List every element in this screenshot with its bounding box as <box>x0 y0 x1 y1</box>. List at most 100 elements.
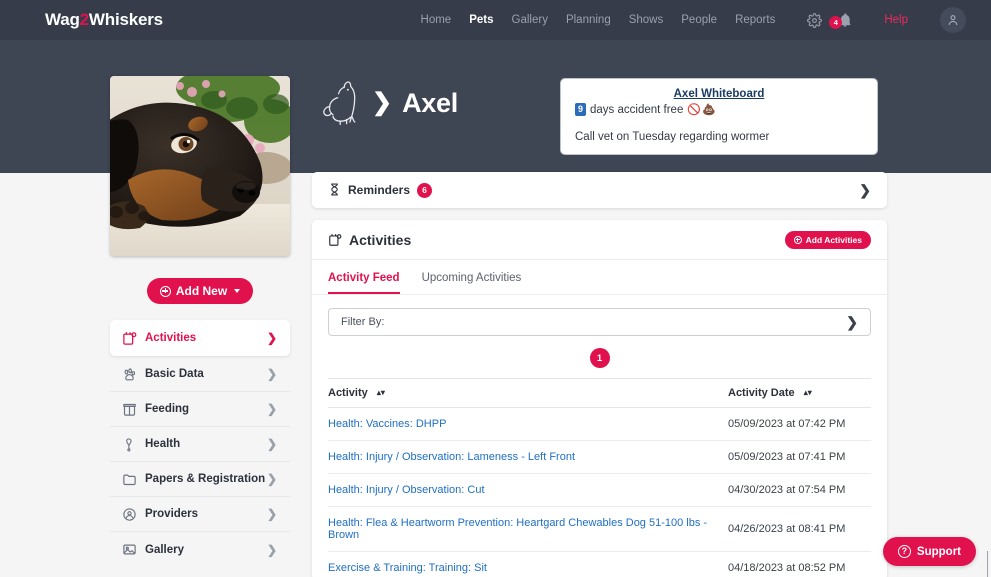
chevron-right-icon: ❯ <box>859 181 871 198</box>
filter-row: Filter By: ❯ <box>312 295 887 336</box>
tab-upcoming-activities[interactable]: Upcoming Activities <box>422 260 522 294</box>
sidebar-menu: Activities ❯ Basic Data ❯ Feeding ❯ Heal… <box>110 320 290 567</box>
chevron-right-icon: ❯ <box>266 367 277 381</box>
nav-item-planning[interactable]: Planning <box>566 14 611 26</box>
question-circle-icon: ? <box>897 545 911 558</box>
table-row[interactable]: Exercise & Training: Training: Sit 04/18… <box>328 551 871 577</box>
main-nav: Home Pets Gallery Planning Shows People … <box>421 7 991 33</box>
support-button[interactable]: ? Support <box>882 537 976 566</box>
nav-item-home[interactable]: Home <box>421 14 452 26</box>
column-label: Activity Date <box>728 387 795 399</box>
whiteboard-note: Call vet on Tuesday regarding wormer <box>575 131 770 144</box>
page-title: Axel <box>402 87 458 118</box>
nav-icon-group: 4 <box>805 11 854 29</box>
nav-item-reports[interactable]: Reports <box>735 14 775 26</box>
dog-cat-icon <box>320 80 362 126</box>
table-header-row: Activity ▴▾ Activity Date ▴▾ <box>328 378 871 408</box>
pet-photo[interactable] <box>110 76 290 256</box>
activities-card: Activities Add Activities Activity Feed … <box>312 220 887 577</box>
sort-icon: ▴▾ <box>803 388 812 398</box>
sidebar-item-providers[interactable]: Providers ❯ <box>110 497 290 532</box>
nav-item-gallery[interactable]: Gallery <box>512 14 548 26</box>
pagination: 1 <box>312 336 887 378</box>
cell-activity-date: 04/30/2023 at 07:54 PM <box>728 473 871 507</box>
activity-link[interactable]: Health: Vaccines: DHPP <box>328 418 446 430</box>
app-logo[interactable]: Wag2Whiskers <box>45 10 163 30</box>
cell-activity: Health: Injury / Observation: Lameness -… <box>328 440 728 474</box>
table-row[interactable]: Health: Injury / Observation: Lameness -… <box>328 440 871 474</box>
cell-activity-date: 05/09/2023 at 07:42 PM <box>728 407 871 441</box>
activities-table: Activity ▴▾ Activity Date ▴▾ Health: Vac… <box>328 378 871 577</box>
sidebar-label: Basic Data <box>145 368 204 380</box>
nav-item-shows[interactable]: Shows <box>629 14 664 26</box>
gear-icon[interactable] <box>805 11 823 29</box>
chevron-down-icon <box>234 289 241 293</box>
column-label: Activity <box>328 387 368 399</box>
reminders-count-badge: 6 <box>417 182 433 198</box>
sidebar-item-gallery[interactable]: Gallery ❯ <box>110 532 290 567</box>
sidebar-label: Activities <box>145 332 197 344</box>
cell-activity: Health: Injury / Observation: Cut <box>328 473 728 507</box>
add-new-button[interactable]: Add New <box>146 278 254 304</box>
activities-tabs: Activity Feed Upcoming Activities <box>312 260 887 295</box>
sidebar-item-papers-registration[interactable]: Papers & Registration ❯ <box>110 462 290 497</box>
sidebar-item-activities[interactable]: Activities ❯ <box>110 320 290 356</box>
add-new-wrapper: Add New <box>110 278 290 304</box>
accident-free-count: 9 <box>575 103 587 117</box>
table-row[interactable]: Health: Vaccines: DHPP 05/09/2023 at 07:… <box>328 407 871 441</box>
page-button-1[interactable]: 1 <box>589 348 610 368</box>
chevron-right-icon: ❯ <box>846 313 858 330</box>
logo-accent: 2 <box>79 10 89 29</box>
sidebar-item-feeding[interactable]: Feeding ❯ <box>110 392 290 427</box>
breadcrumb: ❯ Axel <box>320 80 458 126</box>
logo-suffix: Whiskers <box>88 10 163 29</box>
table-row[interactable]: Health: Flea & Heartworm Prevention: Hea… <box>328 506 871 552</box>
add-activities-button[interactable]: Add Activities <box>784 230 871 249</box>
no-poop-emoji: 🚫💩 <box>687 104 717 117</box>
top-navigation-bar: Wag2Whiskers Home Pets Gallery Planning … <box>0 0 991 40</box>
activity-link[interactable]: Health: Injury / Observation: Cut <box>328 484 485 496</box>
whiteboard-card: Axel Whiteboard 9 days accident free 🚫💩 … <box>560 78 878 155</box>
tab-activity-feed[interactable]: Activity Feed <box>328 260 400 294</box>
sidebar-item-health[interactable]: Health ❯ <box>110 427 290 462</box>
health-icon <box>122 437 137 452</box>
sidebar-label: Providers <box>145 508 199 520</box>
filter-by-control[interactable]: Filter By: ❯ <box>328 308 871 336</box>
activity-link[interactable]: Health: Flea & Heartworm Prevention: Hea… <box>328 517 707 541</box>
scrollbar-indicator[interactable] <box>987 551 988 577</box>
sort-icon: ▴▾ <box>376 388 385 398</box>
whiteboard-title-link[interactable]: Axel Whiteboard <box>575 88 863 100</box>
hourglass-icon <box>328 183 341 197</box>
cell-activity-date: 05/09/2023 at 07:41 PM <box>728 440 871 474</box>
activity-link[interactable]: Health: Injury / Observation: Lameness -… <box>328 451 575 463</box>
breadcrumb-separator: ❯ <box>372 89 393 116</box>
activities-title: Activities <box>349 231 412 248</box>
plus-circle-icon <box>159 285 171 297</box>
column-header-activity-date[interactable]: Activity Date ▴▾ <box>728 378 871 408</box>
help-link[interactable]: Help <box>884 14 908 26</box>
sidebar-label: Gallery <box>145 543 184 556</box>
add-new-label: Add New <box>175 284 228 298</box>
user-avatar[interactable] <box>940 7 966 33</box>
bell-icon[interactable]: 4 <box>829 11 854 29</box>
plus-circle-icon <box>793 235 802 244</box>
gallery-icon <box>122 542 137 557</box>
activities-header: Activities Add Activities <box>312 220 887 260</box>
chevron-right-icon: ❯ <box>266 402 277 416</box>
nav-item-pets[interactable]: Pets <box>469 14 493 26</box>
activity-link[interactable]: Exercise & Training: Training: Sit <box>328 562 487 574</box>
app-root: Wag2Whiskers Home Pets Gallery Planning … <box>0 0 991 577</box>
sidebar-item-basic-data[interactable]: Basic Data ❯ <box>110 357 290 392</box>
table-row[interactable]: Health: Injury / Observation: Cut 04/30/… <box>328 473 871 507</box>
nav-item-people[interactable]: People <box>681 14 717 26</box>
activities-icon <box>122 331 137 346</box>
chevron-right-icon: ❯ <box>266 331 277 345</box>
support-label: Support <box>916 545 961 558</box>
reminders-card[interactable]: Reminders 6 ❯ <box>312 172 887 208</box>
chevron-right-icon: ❯ <box>266 472 277 486</box>
column-header-activity[interactable]: Activity ▴▾ <box>328 378 728 408</box>
cell-activity: Health: Vaccines: DHPP <box>328 407 728 441</box>
cell-activity: Exercise & Training: Training: Sit <box>328 551 728 577</box>
providers-icon <box>122 507 137 522</box>
accident-free-text: days accident free <box>590 103 684 116</box>
